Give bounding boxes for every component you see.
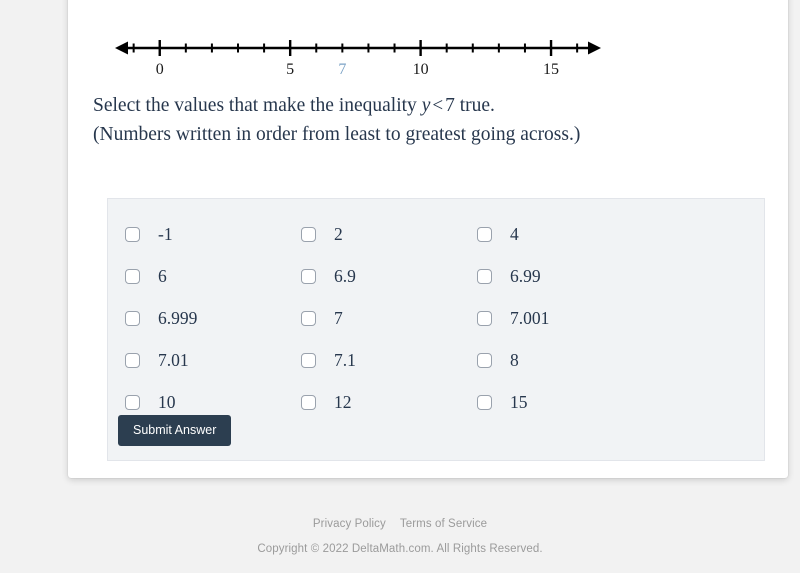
- choice-option-15[interactable]: 15: [467, 392, 647, 413]
- number-line-label-15: 15: [543, 61, 559, 78]
- number-line-label-7: 7: [338, 61, 346, 78]
- checkbox-icon[interactable]: [301, 352, 316, 368]
- choice-label: 6.9: [334, 265, 356, 286]
- choice-option-12[interactable]: 12: [287, 392, 467, 413]
- terms-of-service-link[interactable]: Terms of Service: [400, 518, 487, 530]
- checkbox-icon[interactable]: [477, 352, 492, 368]
- answer-panel: -1 2 4 6 6.9 6.99 6.999 7 7.001 7.01 7.1 8 10 12 15 Su…: [107, 198, 765, 461]
- choice-label: 7.1: [334, 349, 356, 370]
- number-line-label-10: 10: [413, 61, 429, 78]
- checkbox-icon[interactable]: [125, 268, 140, 284]
- choice-label: -1: [158, 223, 173, 244]
- choice-label: 4: [510, 223, 519, 244]
- footer-copyright: Copyright © 2022 DeltaMath.com. All Righ…: [257, 543, 543, 555]
- choice-option-7[interactable]: 7: [287, 308, 467, 329]
- checkbox-icon[interactable]: [301, 268, 316, 284]
- choice-label: 7: [334, 307, 343, 328]
- footer-links: Privacy Policy Terms of Service: [0, 518, 800, 530]
- choice-label: 7.001: [510, 307, 550, 328]
- choice-option-6[interactable]: 6: [108, 266, 287, 287]
- checkbox-icon[interactable]: [125, 394, 140, 410]
- choice-option-7.1[interactable]: 7.1: [287, 350, 467, 371]
- choice-option-4[interactable]: 4: [467, 224, 647, 245]
- choice-option-6.9[interactable]: 6.9: [287, 266, 467, 287]
- checkbox-icon[interactable]: [301, 226, 316, 242]
- math-number-7: 7: [445, 95, 455, 116]
- checkbox-icon[interactable]: [477, 310, 492, 326]
- choice-label: 6.99: [510, 265, 541, 286]
- question-line-1: Select the values that make the inequali…: [93, 91, 763, 120]
- choice-row: 6.999 7 7.001: [108, 297, 764, 339]
- checkbox-icon[interactable]: [125, 352, 140, 368]
- checkbox-icon[interactable]: [477, 394, 492, 410]
- choice-option-6.99[interactable]: 6.99: [467, 266, 647, 287]
- choice-label: 6.999: [158, 307, 198, 328]
- choice-option-8[interactable]: 8: [467, 350, 647, 371]
- number-line: 0 5 7 10 15: [108, 36, 608, 86]
- question-line-1-prefix: Select the values that make the inequali…: [93, 95, 422, 116]
- choice-option-6.999[interactable]: 6.999: [108, 308, 287, 329]
- question-line-2: (Numbers written in order from least to …: [93, 124, 581, 145]
- question-block: Select the values that make the inequali…: [93, 91, 763, 149]
- choice-label: 8: [510, 349, 519, 370]
- choice-row: 7.01 7.1 8: [108, 339, 764, 381]
- choice-option-10[interactable]: 10: [108, 392, 287, 413]
- question-line-1-suffix: true.: [454, 95, 495, 116]
- checkbox-icon[interactable]: [301, 394, 316, 410]
- choice-label: 15: [510, 391, 528, 412]
- math-operator-less-than: <: [432, 95, 444, 116]
- choice-option-2[interactable]: 2: [287, 224, 467, 245]
- checkbox-icon[interactable]: [301, 310, 316, 326]
- number-line-label-0: 0: [156, 61, 164, 78]
- number-line-graphic: 0 5 7 10 15: [115, 40, 601, 78]
- choice-row: -1 2 4: [108, 213, 764, 255]
- checkbox-icon[interactable]: [125, 226, 140, 242]
- choice-row: 6 6.9 6.99: [108, 255, 764, 297]
- choice-label: 12: [334, 391, 352, 412]
- choice-label: 6: [158, 265, 167, 286]
- choice-label: 2: [334, 223, 343, 244]
- choice-option--1[interactable]: -1: [108, 224, 287, 245]
- page-footer: Privacy Policy Terms of Service Copyright…: [0, 518, 800, 555]
- choice-grid: -1 2 4 6 6.9 6.99 6.999 7 7.001 7.01 7.1 8 10 12 15: [108, 199, 764, 423]
- checkbox-icon[interactable]: [477, 226, 492, 242]
- privacy-policy-link[interactable]: Privacy Policy: [313, 518, 386, 530]
- choice-option-7.001[interactable]: 7.001: [467, 308, 647, 329]
- submit-answer-button[interactable]: Submit Answer: [118, 415, 232, 446]
- choice-label: 7.01: [158, 349, 189, 370]
- choice-option-7.01[interactable]: 7.01: [108, 350, 287, 371]
- checkbox-icon[interactable]: [125, 310, 140, 326]
- number-line-label-5: 5: [286, 61, 294, 78]
- problem-card: 0 5 7 10 15 Select the values that make the …: [68, 0, 788, 478]
- choice-label: 10: [158, 391, 176, 412]
- checkbox-icon[interactable]: [477, 268, 492, 284]
